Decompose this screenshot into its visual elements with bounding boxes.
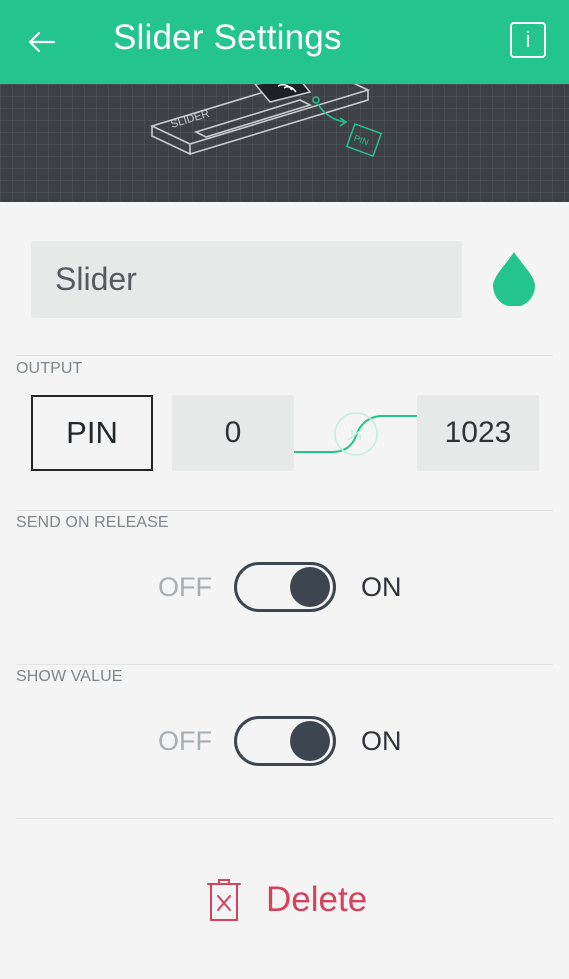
back-button[interactable] xyxy=(20,20,64,64)
divider xyxy=(16,818,553,819)
switch-knob xyxy=(290,567,330,607)
color-picker-button[interactable] xyxy=(490,250,538,307)
show-value-toggle-row: OFF ON xyxy=(0,714,569,770)
pin-button-label: PIN xyxy=(66,415,118,450)
send-on-release-label: SEND ON RELEASE xyxy=(16,514,169,531)
max-value-input[interactable]: 1023 xyxy=(417,395,539,471)
app-bar: Slider Settings i xyxy=(0,0,569,84)
send-on-release-off-label: OFF xyxy=(158,572,212,602)
delete-label: Delete xyxy=(266,880,368,919)
page-title: Slider Settings xyxy=(113,18,342,57)
divider xyxy=(16,664,553,665)
send-on-release-switch[interactable] xyxy=(234,562,336,612)
info-icon: i xyxy=(525,27,531,52)
info-button[interactable]: i xyxy=(510,22,546,58)
range-curve-icon xyxy=(294,412,418,456)
color-drop-icon xyxy=(493,252,535,307)
arrow-left-icon xyxy=(28,31,56,53)
slider-device-illustration: SLIDER PIN xyxy=(149,84,383,158)
send-on-release-toggle-row: OFF ON xyxy=(0,560,569,616)
device-label: SLIDER xyxy=(169,108,211,131)
widget-name-input[interactable]: Slider xyxy=(31,241,462,318)
min-value-input[interactable]: 0 xyxy=(172,395,294,471)
widget-name-value: Slider xyxy=(55,261,137,297)
min-value: 0 xyxy=(224,416,242,449)
pin-label-illustration: PIN xyxy=(353,133,371,148)
delete-button[interactable]: Delete xyxy=(204,876,367,924)
widget-illustration: SLIDER PIN xyxy=(0,84,569,202)
trash-icon xyxy=(207,879,241,921)
switch-knob xyxy=(290,721,330,761)
show-value-label: SHOW VALUE xyxy=(16,668,123,685)
show-value-off-label: OFF xyxy=(158,726,212,756)
show-value-on-label: ON xyxy=(361,726,402,756)
output-section-label: OUTPUT xyxy=(16,360,83,377)
show-value-switch[interactable] xyxy=(234,716,336,766)
send-on-release-on-label: ON xyxy=(361,572,402,602)
divider xyxy=(16,355,553,356)
pin-select-button[interactable]: PIN xyxy=(31,395,153,471)
divider xyxy=(16,510,553,511)
max-value: 1023 xyxy=(444,416,512,449)
